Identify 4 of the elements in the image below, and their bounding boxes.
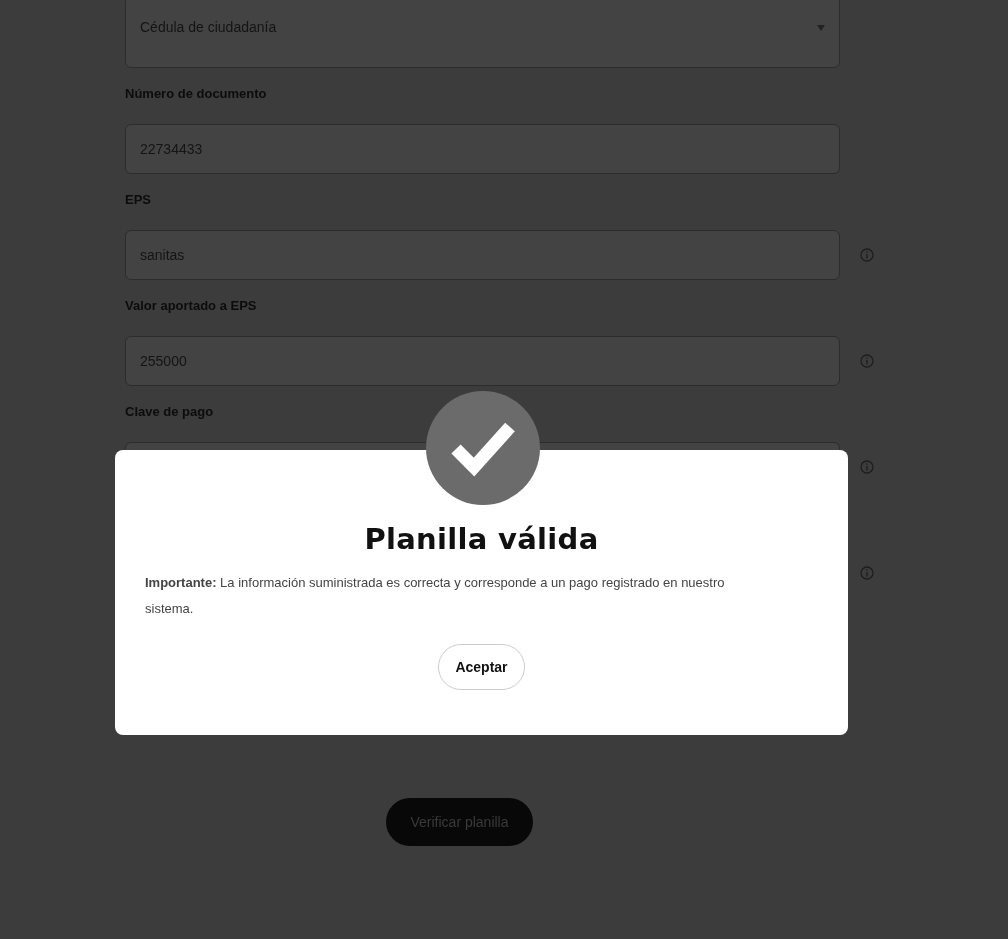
- caret-icon: [817, 25, 825, 31]
- dialog-title: Planilla válida: [364, 522, 599, 556]
- accept-button[interactable]: Aceptar: [438, 644, 525, 690]
- dialog-message: Importante: La información suministrada es correcta y corresponde a un pago registrado en nuestro sistema.: [145, 574, 726, 618]
